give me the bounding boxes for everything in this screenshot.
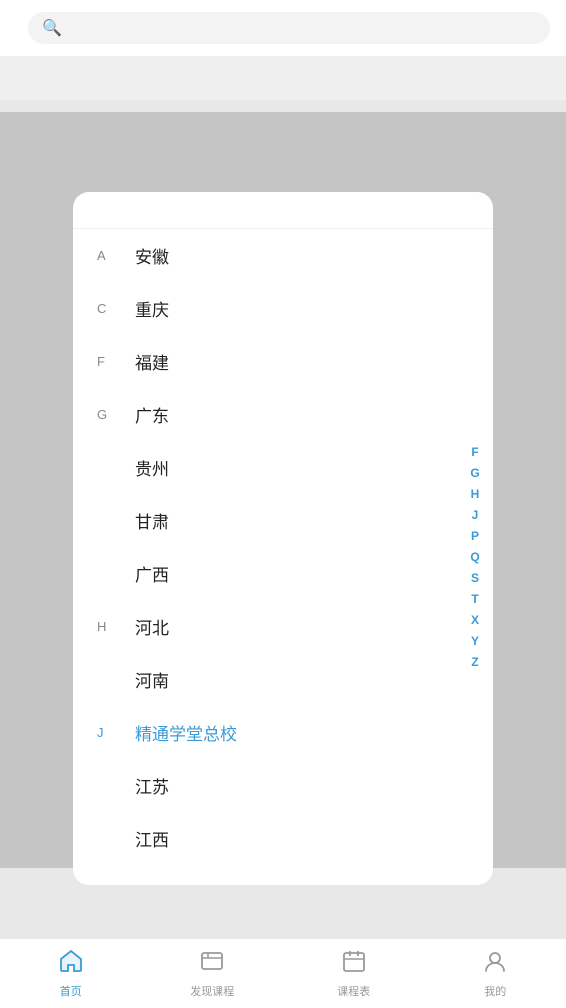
side-index-item[interactable]: Y — [467, 632, 483, 650]
list-item[interactable]: F 福建 — [73, 335, 493, 388]
tab-icon-home — [58, 948, 84, 979]
side-index-item[interactable]: P — [467, 527, 483, 545]
list-item[interactable]: 江西 — [73, 812, 493, 865]
list-item-name: 甘肃 — [135, 508, 469, 533]
tab-icon-course — [199, 948, 225, 979]
list-item[interactable]: C 重庆 — [73, 282, 493, 335]
tab-item-schedule[interactable]: 课程表 — [283, 948, 425, 999]
tab-bar: 首页 发现课程 课程表 我的 — [0, 938, 566, 1008]
tab-icon-mine — [482, 948, 508, 979]
list-item-letter: H — [97, 619, 121, 634]
refreshing-bar — [0, 56, 566, 100]
list-item-letter: A — [97, 248, 121, 263]
list-item[interactable]: A 安徽 — [73, 229, 493, 282]
tab-item-mine[interactable]: 我的 — [425, 948, 566, 999]
side-index-item[interactable]: S — [467, 569, 483, 587]
list-item[interactable]: 贵州 — [73, 441, 493, 494]
side-index-item[interactable]: H — [467, 485, 483, 503]
list-item-name: 广西 — [135, 561, 469, 586]
search-icon: 🔍 — [42, 18, 62, 38]
list-item[interactable]: 江苏 — [73, 759, 493, 812]
list-item-name: 安徽 — [135, 243, 469, 268]
modal-overlay: FGHJPQSTXYZ A安徽C重庆F福建G广东贵州甘肃广西H河北河南J精通学堂… — [0, 112, 566, 868]
list-item-name: 河北 — [135, 614, 469, 639]
list-item[interactable]: H 河北 — [73, 600, 493, 653]
list-item-name: 重庆 — [135, 296, 469, 321]
list-item[interactable]: J 精通学堂总校 — [73, 706, 493, 759]
tab-label-course: 发现课程 — [190, 983, 234, 999]
tab-icon-schedule — [341, 948, 367, 979]
list-item-letter: C — [97, 301, 121, 316]
side-index-item[interactable]: G — [467, 464, 483, 482]
branch-select-modal: FGHJPQSTXYZ A安徽C重庆F福建G广东贵州甘肃广西H河北河南J精通学堂… — [73, 192, 493, 885]
list-item-name: 江西 — [135, 826, 469, 851]
list-item-letter: J — [97, 725, 121, 740]
side-index-item[interactable]: Z — [467, 653, 483, 671]
list-item-name: 广东 — [135, 402, 469, 427]
tab-label-schedule: 课程表 — [337, 983, 370, 999]
list-item[interactable]: 甘肃 — [73, 494, 493, 547]
list-item[interactable]: 河南 — [73, 653, 493, 706]
list-item-name: 贵州 — [135, 455, 469, 480]
list-item-letter: F — [97, 354, 121, 369]
tab-item-home[interactable]: 首页 — [0, 948, 142, 999]
top-bar: 🔍 — [0, 0, 566, 56]
list-item-letter: G — [97, 407, 121, 422]
tab-item-course[interactable]: 发现课程 — [142, 948, 284, 999]
branch-list[interactable]: FGHJPQSTXYZ A安徽C重庆F福建G广东贵州甘肃广西H河北河南J精通学堂… — [73, 229, 493, 885]
list-item[interactable]: G 广东 — [73, 388, 493, 441]
list-item-name: 江苏 — [135, 773, 469, 798]
bg-content: FGHJPQSTXYZ A安徽C重庆F福建G广东贵州甘肃广西H河北河南J精通学堂… — [0, 56, 566, 938]
side-index[interactable]: FGHJPQSTXYZ — [467, 443, 483, 671]
tab-label-home: 首页 — [60, 983, 82, 999]
side-index-item[interactable]: X — [467, 611, 483, 629]
side-index-item[interactable]: T — [467, 590, 483, 608]
list-item[interactable]: 广西 — [73, 547, 493, 600]
modal-header — [73, 192, 493, 229]
list-item-name: 精通学堂总校 — [135, 720, 469, 745]
list-item-name: 福建 — [135, 349, 469, 374]
tab-label-mine: 我的 — [484, 983, 506, 999]
side-index-item[interactable]: Q — [467, 548, 483, 566]
side-index-item[interactable]: J — [467, 506, 483, 524]
side-index-item[interactable]: F — [467, 443, 483, 461]
list-item-name: 河南 — [135, 667, 469, 692]
search-bar[interactable]: 🔍 — [28, 12, 550, 44]
